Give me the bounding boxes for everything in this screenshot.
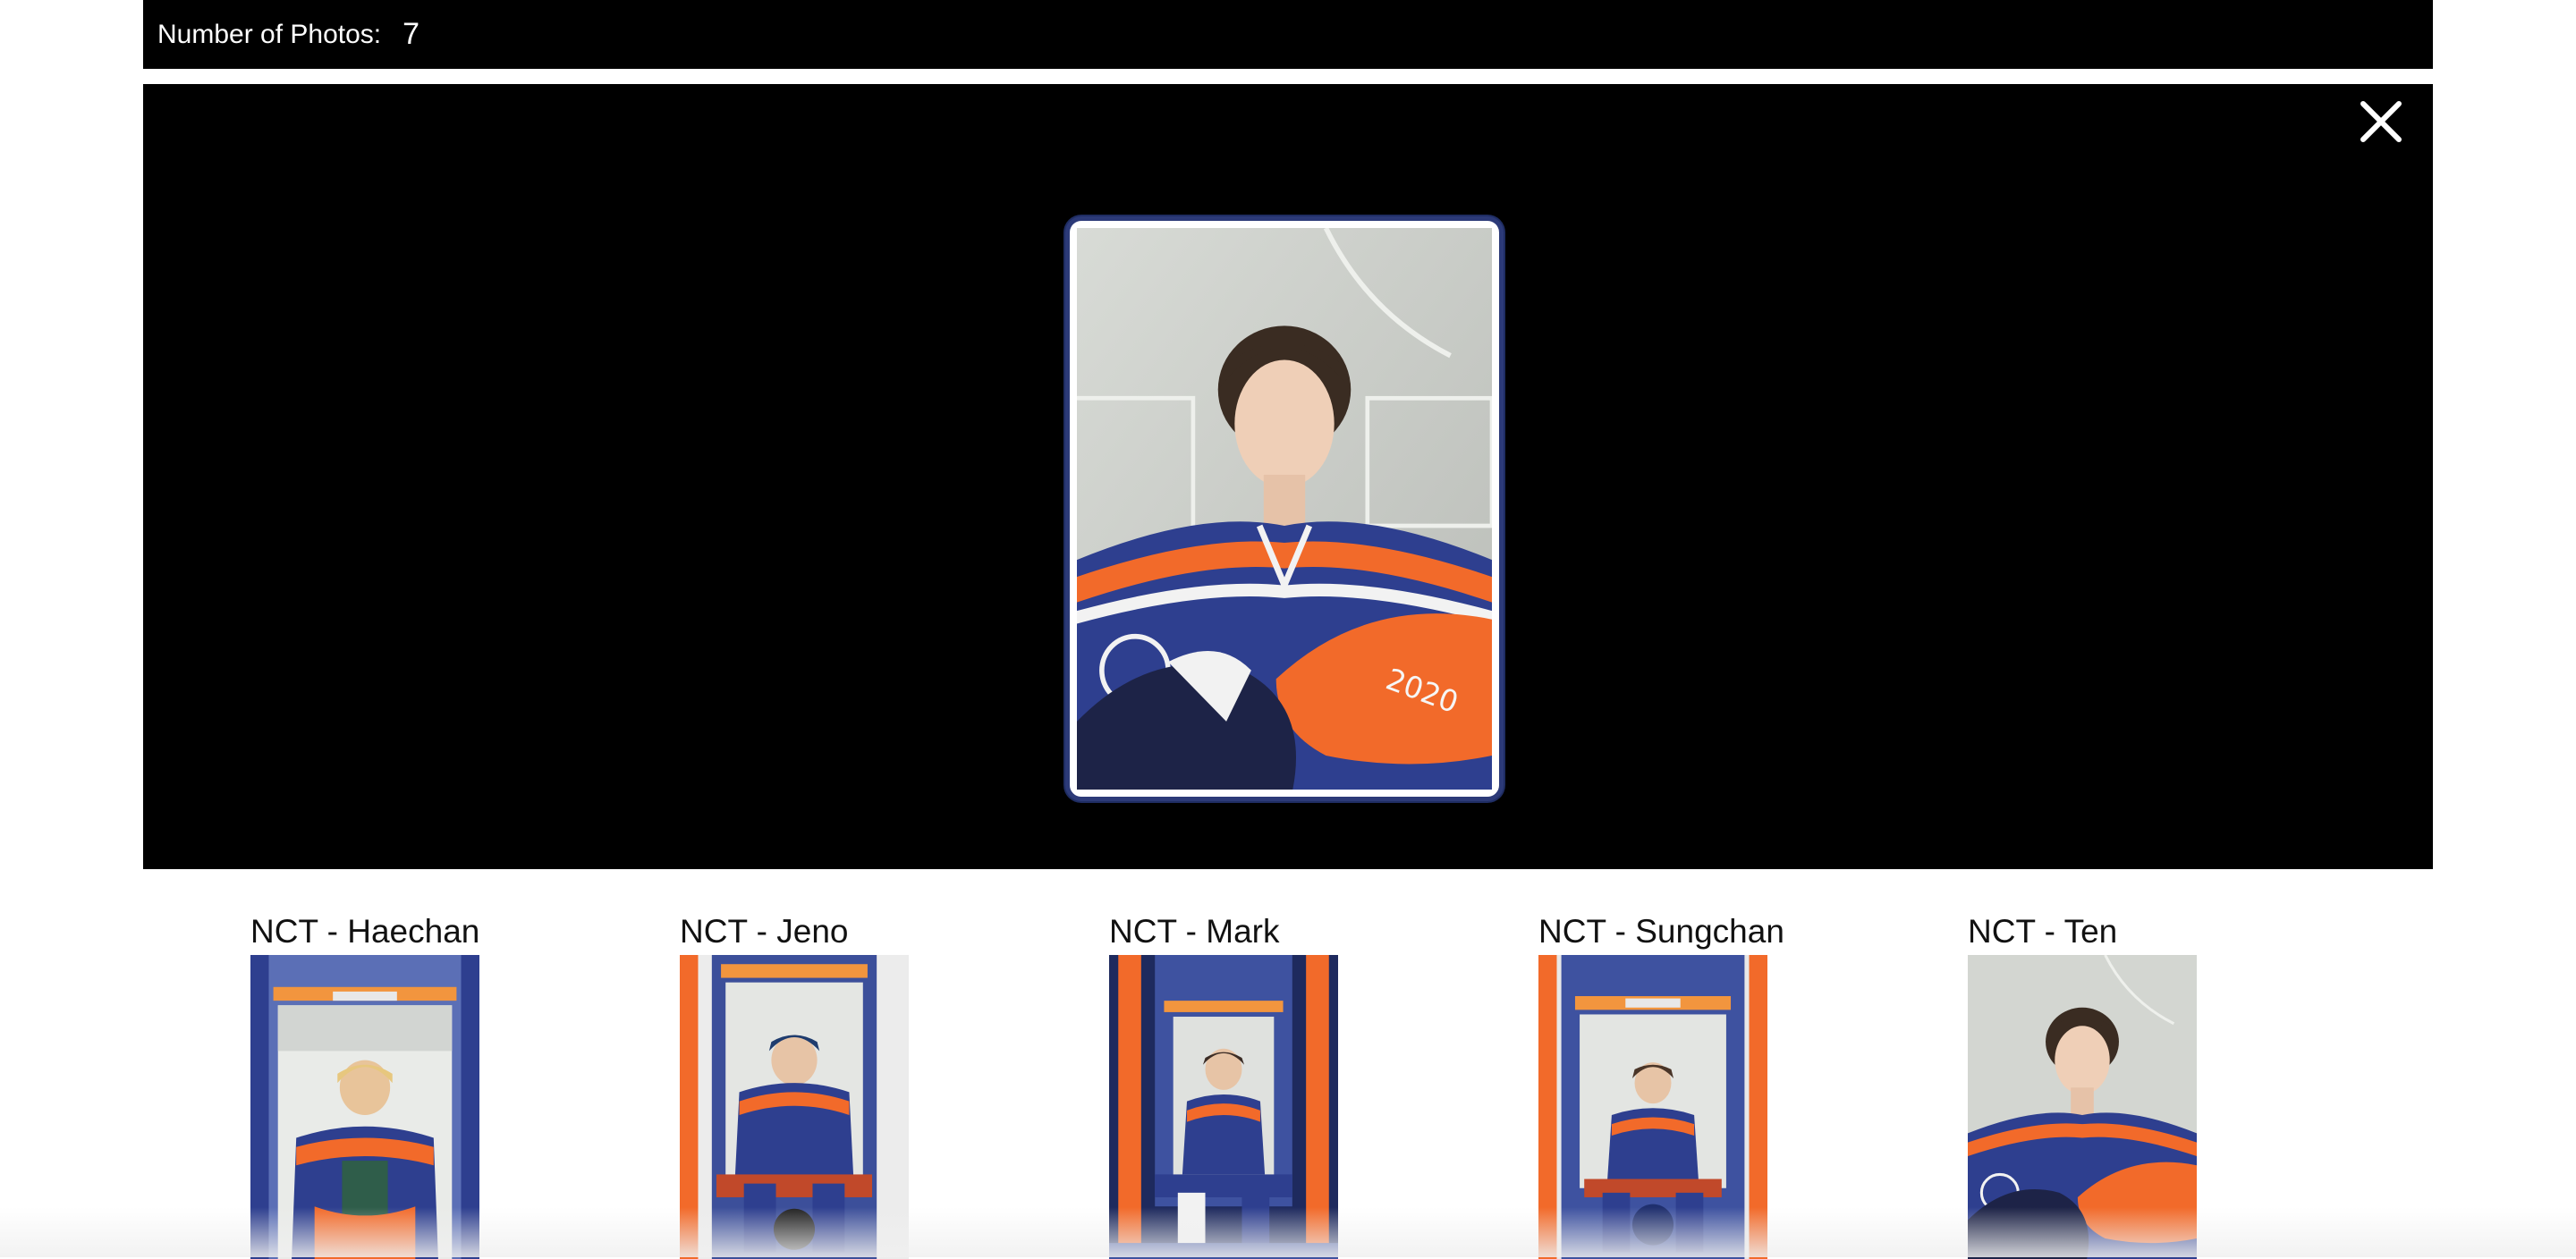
- gallery-item-label: NCT - Jeno: [680, 913, 849, 950]
- gallery-item-label: NCT - Ten: [1968, 913, 2118, 950]
- photo-count-label: Number of Photos:: [157, 19, 382, 49]
- gallery-item-haechan[interactable]: NCT - Haechan: [250, 908, 479, 1259]
- portrait-photo: 2020: [1077, 228, 1492, 790]
- selected-photo: 2020: [1065, 216, 1504, 801]
- gallery-thumbnail[interactable]: [1109, 955, 1338, 1259]
- photo-count-bar: Number of Photos: 7: [143, 0, 2433, 69]
- gallery-thumbnail[interactable]: [1538, 955, 1767, 1259]
- gallery-item-label: NCT - Sungchan: [1538, 913, 1784, 950]
- close-icon[interactable]: [2358, 98, 2404, 145]
- photo-viewer: 2020: [143, 84, 2433, 869]
- gallery-thumbnail[interactable]: [680, 955, 909, 1259]
- gallery-item-label: NCT - Mark: [1109, 913, 1280, 950]
- gallery-item-mark[interactable]: NCT - Mark: [1109, 908, 1338, 1259]
- gallery-item-ten[interactable]: NCT - Ten: [1968, 908, 2197, 1259]
- gallery-item-sungchan[interactable]: NCT - Sungchan: [1538, 908, 1784, 1259]
- photo-count-value: 7: [402, 17, 420, 51]
- gallery-item-label: NCT - Haechan: [250, 913, 480, 950]
- gallery-thumbnail[interactable]: [1968, 955, 2197, 1259]
- gallery-thumbnail[interactable]: [250, 955, 479, 1259]
- gallery-item-jeno[interactable]: NCT - Jeno: [680, 908, 909, 1259]
